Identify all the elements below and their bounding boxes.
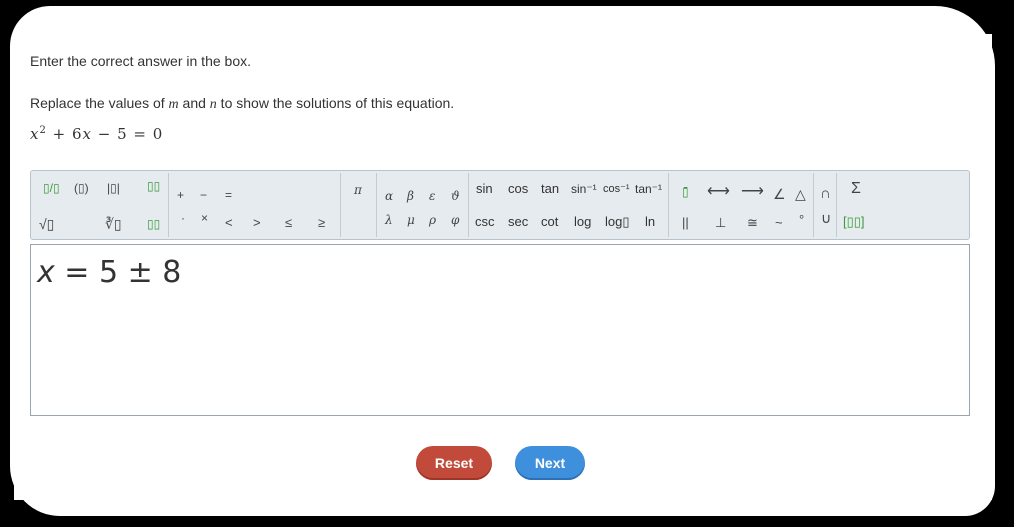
equation-tail: − 5 = 0 <box>91 125 164 143</box>
less-equal-button[interactable]: ≤ <box>285 214 292 232</box>
less-than-button[interactable]: < <box>225 214 233 232</box>
times-button[interactable]: × <box>201 209 208 227</box>
line-button[interactable]: ⟷ <box>707 183 730 201</box>
ln-button[interactable]: ln <box>645 213 655 231</box>
equals-button[interactable]: = <box>225 186 232 204</box>
plus-button[interactable]: + <box>177 186 184 204</box>
answer-input-box[interactable]: x = 5 ± 8 <box>30 244 970 416</box>
instruction-text: Enter the correct answer in the box. <box>30 53 251 69</box>
toolbar-group-sets <box>813 173 837 237</box>
dot-button[interactable]: · <box>181 209 185 227</box>
equation-x2: x <box>82 125 92 143</box>
sec-button[interactable]: sec <box>508 213 528 231</box>
theta-button[interactable]: ϑ <box>451 187 460 205</box>
math-toolbar: ▯/▯ (▯) |▯| ▯▯ + − = π α β ε ϑ sin cos t… <box>30 170 970 240</box>
similar-button[interactable]: ~ <box>775 214 783 232</box>
intersection-button[interactable]: ∩ <box>820 185 831 203</box>
greater-equal-button[interactable]: ≥ <box>318 214 325 232</box>
arctan-button[interactable]: tan⁻¹ <box>635 180 662 198</box>
answer-variable: x <box>37 255 55 290</box>
sin-button[interactable]: sin <box>476 180 493 198</box>
epsilon-button[interactable]: ε <box>429 187 435 205</box>
arccos-button[interactable]: cos⁻¹ <box>603 180 630 198</box>
summation-button[interactable]: Σ <box>851 180 861 198</box>
absolute-value-button[interactable]: |▯| <box>107 179 120 197</box>
variable-n: n <box>209 97 217 112</box>
question-text: Replace the values of m and n to show th… <box>30 95 454 113</box>
angle-button[interactable]: ∠ <box>773 185 786 203</box>
parentheses-button[interactable]: (▯) <box>74 179 89 197</box>
tan-button[interactable]: tan <box>541 180 559 198</box>
ray-button[interactable]: ⟶ <box>741 183 764 201</box>
perpendicular-button[interactable]: ⊥ <box>715 214 726 232</box>
minus-button[interactable]: − <box>200 186 207 204</box>
cot-button[interactable]: cot <box>541 213 558 231</box>
question-suffix: to show the solutions of this equation. <box>216 95 455 111</box>
variable-m: m <box>168 97 179 112</box>
degree-button[interactable]: ° <box>799 211 804 229</box>
answer-value: = 5 ± 8 <box>54 255 182 290</box>
alpha-button[interactable]: α <box>385 187 393 205</box>
next-button[interactable]: Next <box>515 446 585 480</box>
overline-button[interactable]: ▯̄ <box>682 183 689 201</box>
reset-button[interactable]: Reset <box>416 446 492 480</box>
rho-button[interactable]: ρ <box>429 211 436 229</box>
exponent-button[interactable]: ▯▯ <box>147 177 160 195</box>
parallel-button[interactable]: || <box>682 214 689 232</box>
cos-button[interactable]: cos <box>508 180 528 198</box>
union-button[interactable]: ∪ <box>821 209 831 227</box>
congruent-button[interactable]: ≅ <box>747 214 758 232</box>
background-frame-right <box>992 0 1014 527</box>
square-root-button[interactable]: √▯ <box>39 215 54 233</box>
phi-button[interactable]: φ <box>451 211 459 229</box>
question-middle: and <box>178 95 210 111</box>
log-button[interactable]: log <box>574 213 591 231</box>
log-base-button[interactable]: log▯ <box>605 213 630 231</box>
beta-button[interactable]: β <box>407 187 414 205</box>
equation-exponent: 2 <box>39 125 47 136</box>
mu-button[interactable]: μ <box>407 211 415 229</box>
lambda-button[interactable]: λ <box>385 211 393 229</box>
answer-expression: x = 5 ± 8 <box>37 255 181 290</box>
triangle-button[interactable]: △ <box>795 185 806 203</box>
question-prefix: Replace the values of <box>30 95 169 111</box>
csc-button[interactable]: csc <box>475 213 495 231</box>
greater-than-button[interactable]: > <box>253 214 261 232</box>
subscript-button[interactable]: ▯▯ <box>147 215 160 233</box>
equation-plus: + 6 <box>46 125 83 143</box>
matrix-button[interactable]: [▯▯] <box>843 213 865 231</box>
fraction-button[interactable]: ▯/▯ <box>43 179 60 197</box>
pi-button[interactable]: π <box>354 181 362 199</box>
nth-root-button[interactable]: ∛▯ <box>105 215 122 233</box>
equation: x2 + 6x − 5 = 0 <box>30 125 163 143</box>
arcsin-button[interactable]: sin⁻¹ <box>571 180 597 198</box>
